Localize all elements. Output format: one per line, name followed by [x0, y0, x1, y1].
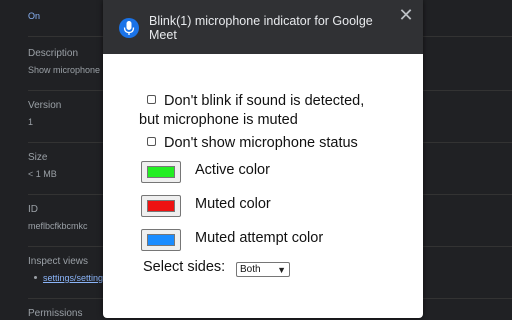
popup-body: Don't blink if sound is detected, but mi… — [103, 54, 423, 318]
muted-color-swatch — [147, 200, 175, 212]
microphone-icon — [119, 18, 139, 38]
sides-select-value: Both — [240, 264, 261, 275]
chevron-down-icon: ▼ — [277, 265, 286, 275]
description-label: Description — [28, 48, 79, 59]
popup-title: Blink(1) microphone indicator for Goolge… — [149, 14, 373, 42]
popup-header: Blink(1) microphone indicator for Goolge… — [103, 0, 423, 54]
options-popup: Blink(1) microphone indicator for Goolge… — [103, 0, 423, 318]
muted-attempt-color-picker[interactable] — [141, 229, 181, 251]
size-value: < 1 MB — [28, 169, 57, 179]
inspect-views-link[interactable]: settings/settings — [43, 273, 108, 283]
version-label: Version — [28, 100, 62, 111]
version-section: Version 1 — [28, 100, 61, 127]
active-color-picker[interactable] — [141, 161, 181, 183]
dont-show-option[interactable]: Don't show microphone status — [147, 134, 358, 153]
muted-attempt-color-label: Muted attempt color — [195, 230, 324, 246]
size-label: Size — [28, 152, 48, 163]
muted-color-picker[interactable] — [141, 195, 181, 217]
version-value: 1 — [28, 117, 34, 127]
id-value: meflbcfkbcmkc — [28, 221, 88, 231]
dont-blink-label-line2: but microphone is muted — [139, 112, 298, 128]
inspect-views-item: settings/settings — [28, 273, 108, 283]
description-section: Description Show microphone — [28, 48, 100, 75]
active-color-label: Active color — [195, 162, 270, 178]
dont-blink-option[interactable]: Don't blink if sound is detected, — [147, 92, 364, 111]
sides-select[interactable]: Both ▼ — [236, 262, 290, 277]
muted-attempt-color-swatch — [147, 234, 175, 246]
inspect-views-section: Inspect views settings/settings — [28, 256, 108, 283]
id-section: ID meflbcfkbcmkc — [28, 204, 88, 231]
active-color-swatch — [147, 166, 175, 178]
close-icon[interactable]: ✕ — [397, 6, 415, 24]
dont-show-label: Don't show microphone status — [164, 135, 358, 151]
select-sides-label: Select sides: — [143, 259, 226, 275]
muted-color-label: Muted color — [195, 196, 271, 212]
bullet-icon — [34, 276, 37, 280]
inspect-views-label: Inspect views — [28, 256, 89, 267]
dont-blink-checkbox[interactable] — [147, 95, 156, 104]
dont-blink-label-line1: Don't blink if sound is detected, — [164, 93, 365, 109]
permissions-label: Permissions — [28, 308, 83, 319]
dont-show-checkbox[interactable] — [147, 137, 156, 146]
id-label: ID — [28, 204, 38, 215]
description-value: Show microphone — [28, 65, 101, 75]
size-section: Size < 1 MB — [28, 152, 57, 179]
permissions-section: Permissions — [28, 308, 82, 319]
enabled-status: On — [28, 6, 40, 24]
on-label: On — [28, 11, 41, 21]
